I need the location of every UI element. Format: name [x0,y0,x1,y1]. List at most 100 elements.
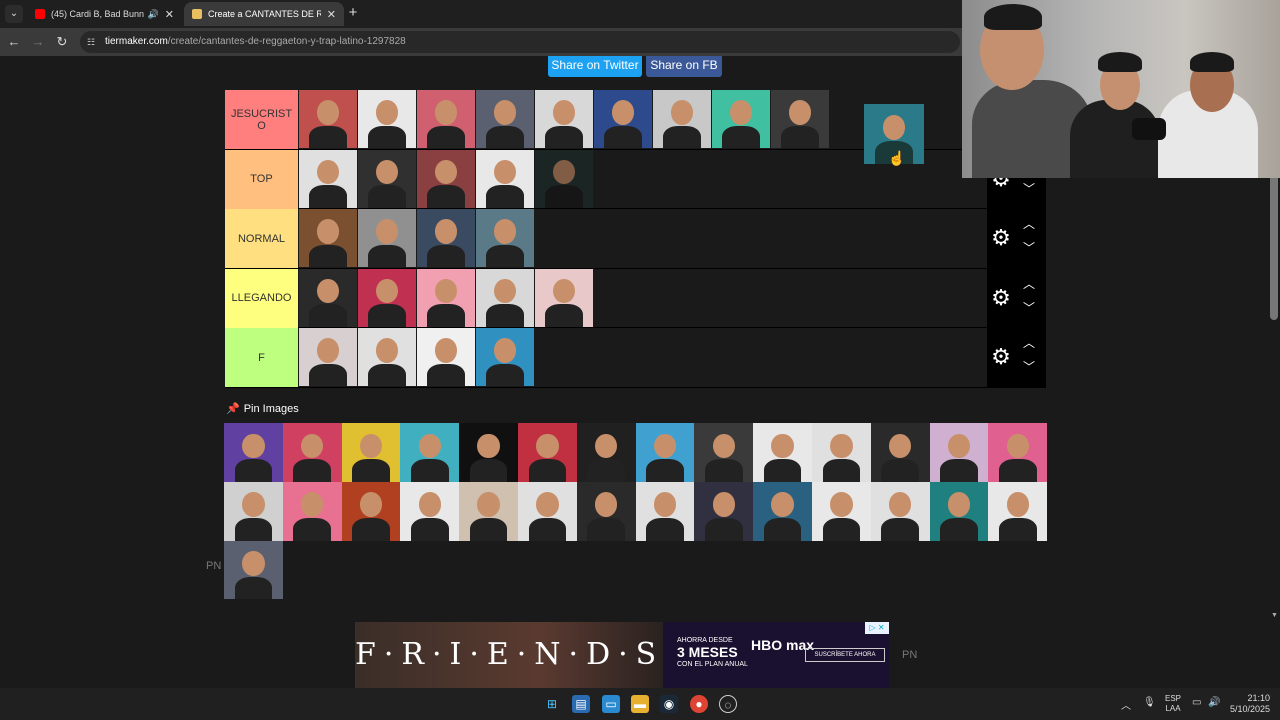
gear-icon[interactable]: ⚙ [990,286,1012,309]
tier-image[interactable] [771,90,829,148]
tier-image[interactable] [417,268,475,327]
tier-image[interactable] [299,328,357,386]
pool-image[interactable] [694,481,754,541]
reload-icon[interactable]: ↻ [54,34,70,50]
microphone-icon[interactable]: 🎙 [1143,697,1156,708]
tray-chevron-icon[interactable]: ︿ [1121,697,1131,712]
pool-image[interactable] [988,481,1048,541]
pool-image[interactable] [694,423,754,482]
address-bar[interactable]: ☷ tiermaker.com/create/cantantes-de-regg… [80,31,960,53]
pool-image[interactable] [341,481,401,541]
tier-image[interactable] [358,328,416,386]
pool-image[interactable] [459,481,518,541]
hbo-max-ad[interactable]: F·R·I·E·N·D·S AHORRA DESDE 3 MESES CON E… [355,622,889,688]
steam-icon[interactable]: ◉ [660,695,678,713]
pool-image[interactable] [224,540,283,600]
ad-subscribe-button[interactable]: SUSCRÍBETE AHORA [805,648,885,662]
back-arrow-icon[interactable]: ← [6,34,22,50]
pool-image[interactable] [400,481,460,541]
pool-image[interactable] [282,423,342,482]
pool-image[interactable] [282,481,342,541]
tier-image[interactable] [535,149,593,208]
tier-image[interactable] [358,90,416,148]
pool-image[interactable] [517,481,577,541]
pool-image[interactable] [517,423,577,482]
tier-image[interactable] [358,149,416,208]
ad-choices-icon[interactable]: ▷ ✕ [865,622,889,634]
tier-image[interactable] [712,90,770,148]
tier-label[interactable]: TOP [225,149,298,209]
tier-image[interactable] [476,268,534,327]
tier-image[interactable] [299,209,357,267]
tier-image[interactable] [535,268,593,327]
forward-arrow-icon[interactable]: → [30,34,46,50]
pool-image[interactable] [576,481,636,541]
tab-tiermaker[interactable]: Create a CANTANTES DE REGG ✕ [184,2,344,26]
tier-image[interactable] [299,90,357,148]
tier-image[interactable] [653,90,711,148]
tab-youtube[interactable]: (45) Cardi B, Bad Bunny & J 🔊 ✕ [27,2,182,26]
tier-image[interactable] [417,90,475,148]
chevron-down-icon[interactable]: ﹀ [1021,241,1037,255]
pool-image[interactable] [459,423,518,482]
tier-image[interactable] [535,90,593,148]
new-tab-button[interactable]: + [345,5,361,21]
pool-image[interactable] [635,481,695,541]
chevron-up-icon[interactable]: ︿ [1021,277,1037,291]
close-tab-icon[interactable]: ✕ [327,8,336,21]
gear-icon[interactable]: ⚙ [990,346,1012,368]
monitor-icon[interactable]: ▭ [602,695,620,713]
pool-image[interactable] [576,423,636,482]
pool-image[interactable] [811,423,871,482]
pool-image[interactable] [870,423,930,482]
pool-image[interactable] [929,481,989,541]
chevron-down-icon[interactable]: ﹀ [1021,360,1037,374]
share-fb-button[interactable]: Share on FB [646,56,722,77]
site-info-icon[interactable]: ☷ [87,36,99,48]
pool-image[interactable] [753,423,812,482]
gear-icon[interactable]: ⚙ [990,227,1012,249]
tier-image[interactable] [417,149,475,208]
close-tab-icon[interactable]: ✕ [165,8,174,21]
scroll-down-arrow[interactable]: ▼ [1271,612,1278,619]
chrome-icon[interactable]: ● [690,695,708,713]
tier-label[interactable]: NORMAL [225,209,298,268]
pool-image[interactable] [870,481,930,541]
network-icon[interactable]: ▭ [1192,697,1201,708]
tab-search-icon[interactable]: ⌄ [5,5,23,23]
tier-image[interactable] [417,328,475,386]
pool-image[interactable] [811,481,871,541]
clock[interactable]: 21:10 5/10/2025 [1226,693,1270,715]
pool-image[interactable] [753,481,812,541]
tier-label[interactable]: LLEGANDO [225,268,298,328]
tier-image[interactable] [476,90,534,148]
speaker-icon[interactable]: 🔊 [148,9,159,20]
tier-image[interactable] [594,90,652,148]
chevron-down-icon[interactable]: ﹀ [1021,301,1037,315]
tier-image[interactable] [299,149,357,208]
tier-image[interactable] [476,209,534,267]
windows-start-icon[interactable]: ⊞ [543,695,561,713]
tier-image[interactable] [358,268,416,327]
tier-label[interactable]: F [225,328,298,387]
tier-image[interactable] [476,149,534,208]
volume-icon[interactable]: 🔊 [1208,697,1220,708]
pool-image[interactable] [929,423,989,482]
pool-image[interactable] [224,423,283,482]
chevron-down-icon[interactable]: ﹀ [1021,182,1037,196]
pin-images-toggle[interactable]: 📌 Pin Images [226,402,299,415]
tier-image[interactable] [299,268,357,327]
obs-icon[interactable]: ◌ [719,695,737,713]
tier-label[interactable]: JESUCRISTO [225,90,298,149]
app-icon[interactable]: ▤ [572,695,590,713]
pool-image[interactable] [400,423,460,482]
pool-image[interactable] [635,423,695,482]
tier-image[interactable] [358,209,416,267]
chevron-up-icon[interactable]: ︿ [1021,217,1037,231]
tier-image[interactable] [476,328,534,386]
file-explorer-icon[interactable]: ▬ [631,695,649,713]
tier-image[interactable] [417,209,475,267]
share-twitter-button[interactable]: Share on Twitter [548,56,642,77]
pool-image[interactable] [224,481,283,541]
scrollbar-thumb[interactable] [1270,174,1278,320]
